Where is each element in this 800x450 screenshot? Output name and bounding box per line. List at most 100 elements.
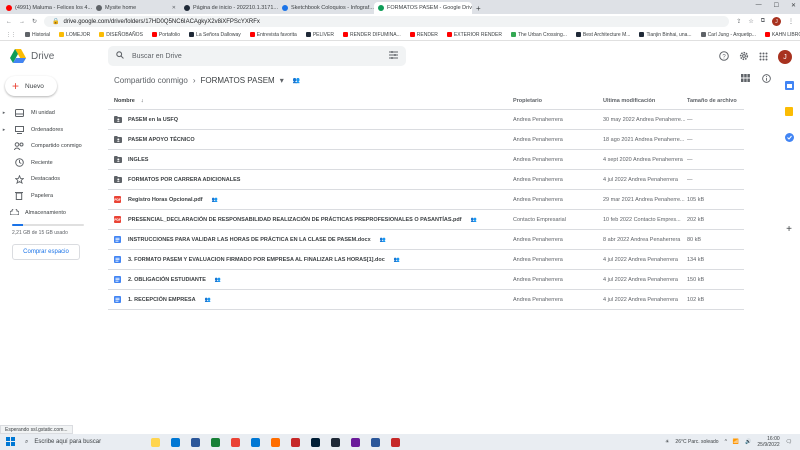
bookmark-item[interactable]: LOMEJOR [59, 32, 90, 38]
user-avatar[interactable]: J [778, 50, 792, 64]
taskbar-app-icon[interactable] [211, 437, 220, 447]
file-name-cell[interactable]: INGLES [108, 156, 513, 163]
taskbar-app-icon[interactable] [351, 437, 360, 447]
file-name[interactable]: 1. RECEPCIÓN EMPRESA [128, 297, 196, 303]
bookmark-star-icon[interactable]: ☆ [748, 18, 753, 25]
bookmark-item[interactable]: PELIVER [305, 32, 334, 38]
bookmark-item[interactable]: La Señora Dalloway [189, 32, 241, 38]
file-name-cell[interactable]: PDF PRESENCIAL_DECLARACIÓN DE RESPONSABI… [108, 216, 513, 223]
file-name[interactable]: INSTRUCCIONES PARA VALIDAR LAS HORAS DE … [128, 237, 371, 243]
bookmark-item[interactable]: Tianjin Binhai, una... [639, 32, 692, 38]
sort-arrow-icon[interactable]: ↓ [141, 98, 144, 104]
column-size[interactable]: Tamaño de archivo [687, 98, 744, 104]
file-row[interactable]: INSTRUCCIONES PARA VALIDAR LAS HORAS DE … [108, 230, 744, 250]
taskbar-search-input[interactable]: Escribe aquí para buscar [34, 439, 101, 445]
taskbar-app-icon[interactable] [391, 437, 400, 447]
sidebar-item-compartido-conmigo[interactable]: Compartido conmigo [0, 138, 100, 155]
search-icon[interactable] [116, 51, 124, 61]
taskbar-app-icon[interactable] [271, 437, 280, 447]
bookmark-item[interactable]: RENDER [409, 32, 438, 38]
bookmark-item[interactable]: RENDER DIFUMINA... [342, 32, 401, 38]
weather-text[interactable]: 26°C Parc. soleado [675, 439, 718, 445]
tasks-icon[interactable] [784, 133, 794, 144]
taskbar-app-icon[interactable] [331, 437, 340, 447]
volume-icon[interactable]: 🔊 [745, 439, 751, 445]
sidebar-item-papelera[interactable]: Papelera [0, 188, 100, 205]
buy-storage-button[interactable]: Comprar espacio [12, 244, 80, 260]
grid-view-icon[interactable] [741, 74, 750, 85]
bookmark-item[interactable]: KAHN LIBRO [764, 32, 800, 38]
file-row[interactable]: FORMATOS POR CARRERA ADICIONALES Andrea … [108, 170, 744, 190]
file-row[interactable]: PASEM APOYO TÉCNICO Andrea Penaherrera 1… [108, 130, 744, 150]
close-window-icon[interactable]: ✕ [791, 2, 796, 9]
file-name-cell[interactable]: PDF Registro Horas Opcional.pdf 👥 [108, 196, 513, 203]
bookmark-item[interactable]: Entrevista favorita [249, 32, 297, 38]
search-input[interactable]: Buscar en Drive [132, 53, 381, 60]
file-row[interactable]: INGLES Andrea Penaherrera 4 sept 2020 An… [108, 150, 744, 170]
file-name-cell[interactable]: 1. RECEPCIÓN EMPRESA 👥 [108, 296, 513, 303]
bookmark-item[interactable]: The Urban Crossing... [510, 32, 567, 38]
file-name-cell[interactable]: FORMATOS POR CARRERA ADICIONALES [108, 176, 513, 183]
sidebar-item-destacados[interactable]: Destacados [0, 171, 100, 188]
folder-dropdown-icon[interactable]: ▾ [280, 76, 284, 85]
search-options-icon[interactable] [389, 51, 398, 61]
bookmark-item[interactable]: Portafolio [151, 32, 180, 38]
file-name[interactable]: Registro Horas Opcional.pdf [128, 197, 203, 203]
column-owner[interactable]: Propietario [513, 98, 603, 104]
windows-start-icon[interactable] [6, 436, 15, 448]
column-name[interactable]: Nombre ↓ [108, 98, 513, 104]
file-name[interactable]: 3. FORMATO PASEM Y EVALUACION FIRMADO PO… [128, 257, 385, 263]
browser-tab[interactable]: Página de inicio - 202210.1.3171...✕ [180, 2, 278, 14]
expand-caret-icon[interactable]: ▸ [0, 127, 8, 133]
shared-people-icon[interactable]: 👥 [293, 77, 300, 84]
taskbar-app-icon[interactable] [371, 437, 380, 447]
apps-grid-icon[interactable]: ⋮⋮ [6, 32, 16, 38]
file-name[interactable]: PRESENCIAL_DECLARACIÓN DE RESPONSABILIDA… [128, 217, 462, 223]
taskbar-app-icon[interactable] [191, 437, 200, 447]
file-row[interactable]: PDF Registro Horas Opcional.pdf 👥 Andrea… [108, 190, 744, 210]
expand-caret-icon[interactable]: ▸ [0, 110, 8, 116]
file-name[interactable]: FORMATOS POR CARRERA ADICIONALES [128, 177, 240, 183]
sidebar-item-ordenadores[interactable]: ▸ Ordenadores [0, 122, 100, 139]
extensions-icon[interactable]: ⧉ [761, 18, 765, 25]
settings-icon[interactable] [739, 51, 749, 63]
network-icon[interactable]: 📶 [733, 439, 739, 445]
browser-tab[interactable]: Mysite home ✕ [92, 2, 180, 14]
taskbar-search[interactable]: ⌕ Escribe aquí para buscar [21, 436, 133, 448]
browser-tab[interactable]: FORMATOS PASEM - Google Drive✕ [374, 2, 472, 14]
bookmark-item[interactable]: Historial [25, 32, 50, 38]
tab-close-icon[interactable]: ✕ [172, 5, 176, 11]
file-name-cell[interactable]: PASEM en la USFQ [108, 116, 513, 123]
breadcrumb-parent[interactable]: Compartido conmigo [114, 76, 188, 85]
tray-arrow-icon[interactable]: ^ [725, 439, 727, 445]
minimize-icon[interactable]: — [756, 2, 762, 9]
sidebar-item-reciente[interactable]: Reciente [0, 155, 100, 172]
file-row[interactable]: 2. OBLIGACIÓN ESTUDIANTE 👥 Andrea Penahe… [108, 270, 744, 290]
file-name-cell[interactable]: PASEM APOYO TÉCNICO [108, 136, 513, 143]
bookmark-item[interactable]: EXTERIOR RENDER [446, 32, 502, 38]
file-name-cell[interactable]: INSTRUCCIONES PARA VALIDAR LAS HORAS DE … [108, 236, 513, 243]
storage-label[interactable]: Almacenamiento [25, 210, 66, 216]
file-row[interactable]: PASEM en la USFQ Andrea Penaherrera 30 m… [108, 110, 744, 130]
forward-icon[interactable]: → [19, 19, 25, 25]
taskbar-app-icon[interactable] [151, 437, 160, 447]
back-icon[interactable]: ← [6, 19, 12, 25]
breadcrumb-current[interactable]: FORMATOS PASEM [200, 76, 274, 85]
notifications-icon[interactable]: 🗨 [786, 439, 792, 445]
help-icon[interactable]: ? [719, 51, 729, 63]
info-icon[interactable] [762, 74, 771, 85]
file-name[interactable]: PASEM en la USFQ [128, 117, 178, 123]
search-bar[interactable]: Buscar en Drive [108, 46, 406, 66]
google-apps-icon[interactable] [759, 52, 768, 63]
add-addon-icon[interactable]: + [786, 224, 792, 235]
taskbar-app-icon[interactable] [251, 437, 260, 447]
browser-profile-avatar[interactable]: J [772, 17, 781, 26]
file-row[interactable]: 1. RECEPCIÓN EMPRESA 👥 Andrea Penaherrer… [108, 290, 744, 310]
share-icon[interactable]: ⇪ [736, 18, 741, 25]
reload-icon[interactable]: ↻ [32, 18, 37, 25]
file-name-cell[interactable]: 3. FORMATO PASEM Y EVALUACION FIRMADO PO… [108, 256, 513, 263]
drive-logo[interactable]: Drive [0, 49, 108, 63]
browser-tab[interactable]: (4991) Maluma - Felices los 4...✕ [2, 2, 92, 14]
maximize-icon[interactable]: ☐ [774, 2, 779, 9]
url-field[interactable]: 🔒 drive.google.com/drive/folders/17HD0Q5… [44, 16, 730, 27]
